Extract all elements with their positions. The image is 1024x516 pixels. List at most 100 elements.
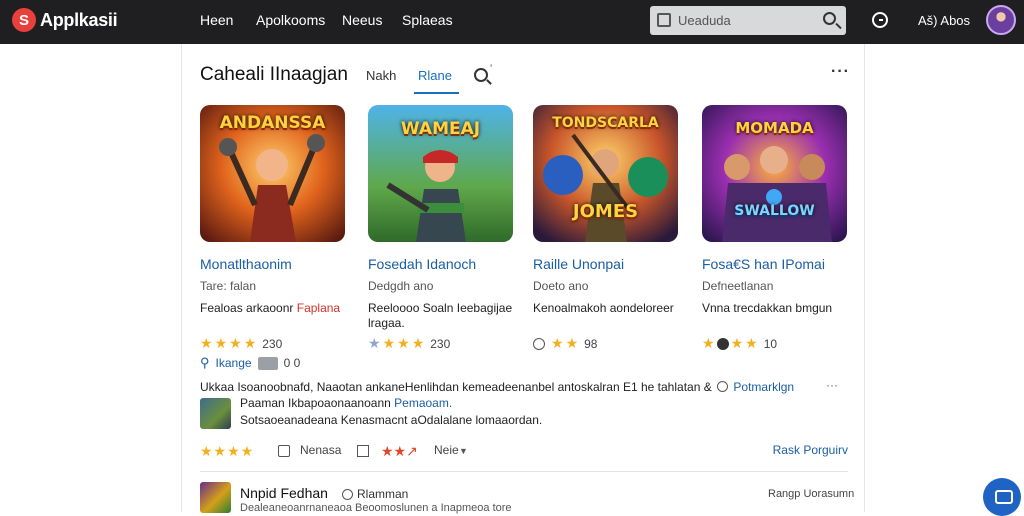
game-art-image: ANDANSSA [200, 105, 345, 242]
app-title[interactable]: Raille Unonpai [533, 256, 624, 272]
star-icon: ★ [214, 335, 228, 351]
app-card[interactable]: TONDSCARLA JOMES Raille Unonpai Doeto an… [533, 105, 683, 375]
checkbox-icon[interactable] [357, 445, 369, 457]
game-art-image: MOMADA SWALLOW [702, 105, 847, 242]
reply-button[interactable]: Neie [434, 443, 459, 457]
star-icon: ★ [411, 335, 425, 351]
chevron-down-icon[interactable]: ▼ [459, 446, 468, 456]
reply-text: Sotsaoeanadeana Kenasmacnt aOdalalane lo… [240, 413, 543, 427]
app-subtitle: Defneetlanan [702, 279, 774, 293]
app-description: Reeloooo Soaln Ieebagijae lragaa. [368, 301, 513, 330]
app-card[interactable]: ANDANSSA Monatlthaonim Tare: falan Fealo… [200, 105, 350, 375]
nav-item-spaces[interactable]: Splaeas [402, 12, 453, 28]
review-actions: ★★★★ Nenasa ★★↗ Neie ▼ Rask Porguirv [200, 443, 848, 461]
list-item-thumbnail[interactable] [200, 482, 231, 513]
top-bar: S Applkasii Heen Apolkooms Neeus Splaeas… [0, 0, 1024, 44]
game-art-title: WAMEAJ [400, 119, 481, 139]
nav-item-news[interactable]: Neeus [342, 12, 382, 28]
star-icon: ★ [702, 335, 715, 351]
star-icon: ★ [243, 335, 257, 351]
chat-button[interactable] [983, 478, 1021, 516]
tag-icon [342, 488, 353, 500]
app-description: Vnna trecdakkan bmgun [702, 301, 833, 315]
star-rating: ★★★★ [200, 443, 255, 459]
game-art-title: ANDANSSA [219, 113, 326, 133]
search-icon[interactable] [823, 12, 836, 25]
app-title[interactable]: Monatlthaonim [200, 256, 292, 272]
search-bar [650, 6, 846, 35]
nav-item-home[interactable]: Heen [200, 12, 233, 28]
comment-icon [533, 337, 545, 350]
list-item-title[interactable]: Nnpid Fedhan [240, 485, 328, 501]
game-art-subtitle: SWALLOW [734, 203, 815, 219]
star-icon: ★ [397, 335, 410, 351]
review-more-icon[interactable]: ··· [826, 378, 838, 392]
divider [200, 471, 848, 472]
info-icon [717, 381, 729, 392]
tab-nakh[interactable]: Nakh [366, 68, 396, 83]
app-title[interactable]: Fosedah Idanoch [368, 256, 476, 272]
badge-icon [257, 356, 278, 370]
rating-count: 230 [430, 336, 451, 351]
star-icon: ★ [730, 335, 744, 351]
star-icon: ★ [368, 335, 381, 351]
rating-count: 230 [262, 336, 283, 351]
hot-rating: ★★↗ [381, 443, 418, 459]
star-icon: ★ [382, 335, 396, 351]
rating-count: 10 [763, 336, 778, 351]
history-icon[interactable] [872, 12, 888, 28]
game-art-image: TONDSCARLA JOMES [533, 105, 678, 242]
rating: ★ ★ ★ ★ 230 [200, 335, 282, 352]
star-icon: ★ [551, 335, 564, 351]
rating-count: 98 [584, 336, 598, 351]
read-more-link[interactable]: Rask Porguirv [773, 443, 848, 457]
app-description: Kenoalmakoh aondeloreer [533, 301, 674, 315]
app-card[interactable]: WAMEAJ Fosedah Idanoch Dedgdh ano Reeloo… [368, 105, 518, 375]
active-tab-indicator [414, 92, 459, 94]
search-input[interactable] [678, 10, 808, 31]
star-icon: ★ [565, 335, 579, 351]
rating: ★ ★ ★ ★ 230 [368, 335, 450, 352]
app-card[interactable]: MOMADA SWALLOW Fosa€S han IPomai Defneet… [702, 105, 852, 375]
game-art-image: WAMEAJ [368, 105, 513, 242]
rating: ★ ★ ★ 10 [702, 335, 777, 352]
list-item-meta[interactable]: Rangp Uorasumn [768, 488, 854, 500]
rating: ★ ★ 98 [533, 335, 597, 352]
app-description: Fealoas arkaoonr Faplana [200, 301, 341, 315]
like-icon[interactable] [278, 445, 290, 457]
more-options-icon[interactable]: ··· [831, 63, 850, 81]
search-box-icon [657, 13, 671, 27]
game-art-title: MOMADA [735, 119, 814, 137]
reply-link[interactable]: Pemaoam. [394, 396, 452, 410]
app-logo[interactable]: S Applkasii [12, 8, 118, 32]
nav-item-applications[interactable]: Apolkooms [256, 12, 325, 28]
app-subtitle: Doeto ano [533, 279, 589, 293]
star-icon: ★ [745, 335, 758, 351]
reviewer-avatar[interactable] [200, 398, 231, 429]
user-name[interactable]: Aš) Abos [918, 13, 970, 28]
description-highlight[interactable]: Faplana [297, 301, 340, 315]
app-subtitle: Tare: falan [200, 279, 257, 293]
like-label[interactable]: Nenasa [300, 443, 341, 457]
app-subtitle: Dedgdh ano [368, 279, 434, 293]
app-title[interactable]: Fosa€S han IPomai [702, 256, 825, 272]
star-icon: ★ [229, 335, 242, 351]
app-name: Applkasii [40, 9, 118, 30]
star-icon: ★ [200, 335, 213, 351]
logo-icon: S [12, 8, 36, 32]
game-art-subtitle: JOMES [572, 201, 639, 222]
sparkle-icon: ʼ [490, 64, 493, 75]
reply-line: Paaman Ikbapoaonaanoann Pemaoam. [240, 396, 453, 410]
review-link[interactable]: Potmarklgn [733, 380, 794, 394]
meta-link[interactable]: Ikange [216, 356, 252, 370]
meta-value: 0 0 [283, 356, 301, 370]
list-item-subtitle: Dealeaneoanrnaneaoa Beoomoslunen a Inapm… [240, 502, 512, 514]
review-text: Ukkaa Isoanoobnafd, Naaotan ankaneHenlih… [200, 380, 795, 394]
tab-search-icon[interactable] [474, 68, 488, 82]
section-title: Caheali IInaagjan [200, 64, 348, 85]
badge-icon [716, 337, 729, 350]
list-item-tag: Rlamman [342, 487, 408, 501]
avatar[interactable] [986, 5, 1016, 35]
tab-rlane[interactable]: Rlane [418, 68, 452, 83]
game-art-title: TONDSCARLA [552, 115, 659, 131]
